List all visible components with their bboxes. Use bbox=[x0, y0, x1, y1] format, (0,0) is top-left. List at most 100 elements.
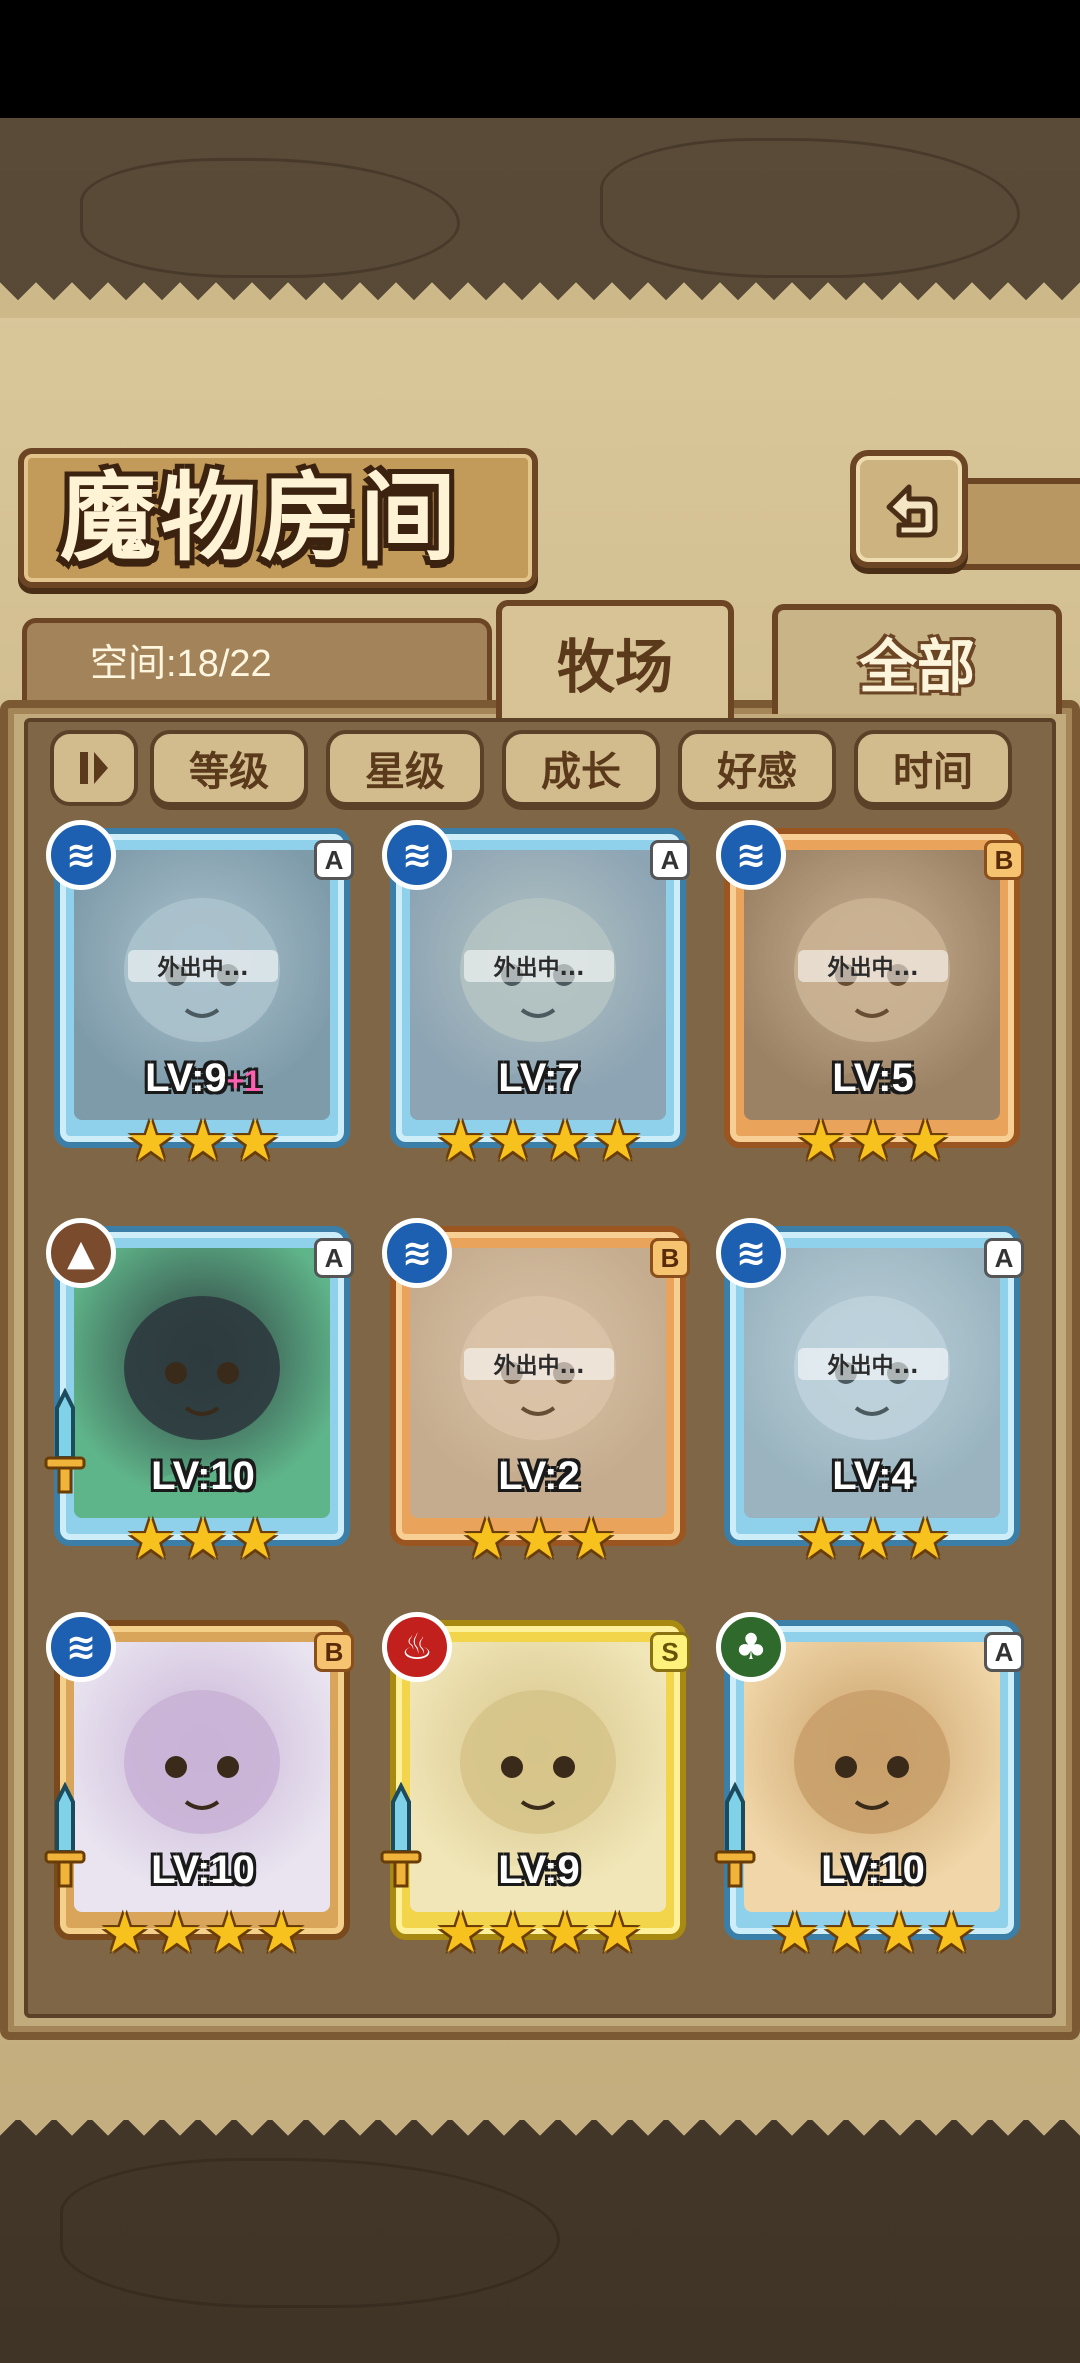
star-icon: ★ bbox=[513, 1507, 565, 1572]
star-icon: ★ bbox=[177, 1109, 229, 1174]
water-element-icon: ≋ bbox=[716, 820, 786, 890]
star-icon: ★ bbox=[795, 1109, 846, 1174]
water-element-icon: ≋ bbox=[46, 1612, 116, 1682]
sort-time-button[interactable]: 时间 bbox=[854, 730, 1012, 806]
star-icon: ★ bbox=[487, 1901, 538, 1966]
monster-card[interactable]: ≋ B 外出中... LV:5 ★ ★ ★ bbox=[716, 820, 1024, 1172]
level-value: LV:5 bbox=[832, 1056, 914, 1100]
away-status: 外出中... bbox=[798, 950, 948, 982]
monster-card[interactable]: ≋ B LV:10 ★ ★ ★ ★ bbox=[44, 1612, 354, 1964]
level-value: LV:10 bbox=[821, 1848, 925, 1892]
monster-card[interactable]: ♨ S LV:9 ★ ★ ★ ★ bbox=[380, 1612, 690, 1964]
star-rating: ★ ★ ★ ★ bbox=[424, 1904, 654, 1964]
level-label: LV:10 bbox=[748, 1848, 998, 1893]
star-rating: ★ ★ ★ ★ bbox=[758, 1904, 988, 1964]
tab-ranch[interactable]: 牧场 bbox=[496, 600, 734, 718]
level-value: LV:4 bbox=[832, 1454, 914, 1498]
rank-badge: A bbox=[314, 840, 354, 880]
sort-level-button[interactable]: 等级 bbox=[150, 730, 308, 806]
star-icon: ★ bbox=[125, 1109, 176, 1174]
star-icon: ★ bbox=[204, 1901, 255, 1966]
tab-all[interactable]: 全部 bbox=[772, 604, 1062, 714]
earth-element-icon: ▲ bbox=[46, 1218, 116, 1288]
star-icon: ★ bbox=[874, 1901, 925, 1966]
board-bottom-edge bbox=[0, 2100, 1080, 2136]
capacity-label: 空间:18/22 bbox=[90, 643, 272, 685]
star-icon: ★ bbox=[795, 1507, 846, 1572]
monster-card[interactable]: ≋ A 外出中... LV:9+1 ★ ★ ★ bbox=[46, 820, 354, 1174]
level-value: LV:10 bbox=[151, 1848, 255, 1892]
star-rating: ★ ★ ★ bbox=[424, 1510, 654, 1570]
sort-affection-button[interactable]: 好感 bbox=[678, 730, 836, 806]
monster-card[interactable]: ≋ B 外出中... LV:2 ★ ★ ★ bbox=[382, 1218, 690, 1570]
water-element-icon: ≋ bbox=[46, 820, 116, 890]
star-icon: ★ bbox=[900, 1507, 951, 1572]
star-icon: ★ bbox=[461, 1507, 512, 1572]
star-icon: ★ bbox=[177, 1507, 229, 1572]
away-status: 外出中... bbox=[464, 950, 614, 982]
rank-badge: B bbox=[984, 840, 1024, 880]
sort-stars-button[interactable]: 星级 bbox=[326, 730, 484, 806]
back-arrow-icon bbox=[886, 484, 938, 538]
star-icon: ★ bbox=[769, 1901, 820, 1966]
level-bonus: +1 bbox=[226, 1065, 261, 1098]
monster-card[interactable]: ▲ A LV:10 ★ ★ ★ bbox=[44, 1218, 354, 1570]
rank-badge: S bbox=[650, 1632, 690, 1672]
level-label: LV:10 bbox=[78, 1454, 328, 1499]
star-icon: ★ bbox=[847, 1109, 899, 1174]
star-icon: ★ bbox=[926, 1901, 977, 1966]
away-status: 外出中... bbox=[464, 1348, 614, 1380]
rank-badge: A bbox=[650, 840, 690, 880]
away-status: 外出中... bbox=[128, 950, 278, 982]
back-button[interactable] bbox=[850, 450, 968, 568]
board-top-edge bbox=[0, 282, 1080, 318]
star-icon: ★ bbox=[99, 1901, 150, 1966]
wind-element-icon: ♣ bbox=[716, 1612, 786, 1682]
monster-card[interactable]: ≋ A 外出中... LV:4 ★ ★ ★ bbox=[716, 1218, 1024, 1570]
fire-element-icon: ♨ bbox=[382, 1612, 452, 1682]
water-element-icon: ≋ bbox=[716, 1218, 786, 1288]
monster-card[interactable]: ♣ A LV:10 ★ ★ ★ ★ bbox=[714, 1612, 1024, 1964]
star-rating: ★ ★ ★ ★ bbox=[88, 1904, 318, 1964]
star-icon: ★ bbox=[256, 1901, 307, 1966]
level-value: LV:10 bbox=[151, 1454, 255, 1498]
water-element-icon: ≋ bbox=[382, 820, 452, 890]
status-bar bbox=[0, 0, 1080, 118]
star-icon: ★ bbox=[487, 1109, 538, 1174]
level-value: LV:7 bbox=[498, 1056, 580, 1100]
sort-order-toggle[interactable] bbox=[50, 730, 138, 806]
sort-growth-button[interactable]: 成长 bbox=[502, 730, 660, 806]
star-icon: ★ bbox=[540, 1109, 591, 1174]
sort-order-icon bbox=[80, 752, 108, 784]
star-icon: ★ bbox=[125, 1507, 176, 1572]
level-label: LV:9 bbox=[414, 1848, 664, 1893]
level-label: LV:9+1 bbox=[78, 1056, 328, 1101]
star-icon: ★ bbox=[435, 1901, 486, 1966]
rank-badge: A bbox=[314, 1238, 354, 1278]
rank-badge: A bbox=[984, 1238, 1024, 1278]
star-rating: ★ ★ ★ bbox=[88, 1510, 318, 1570]
level-label: LV:10 bbox=[78, 1848, 328, 1893]
level-label: LV:2 bbox=[414, 1454, 664, 1499]
star-icon: ★ bbox=[592, 1901, 643, 1966]
star-icon: ★ bbox=[566, 1507, 617, 1572]
star-icon: ★ bbox=[540, 1901, 591, 1966]
water-element-icon: ≋ bbox=[382, 1218, 452, 1288]
level-value: LV:9 bbox=[498, 1848, 580, 1892]
back-button-rail bbox=[960, 478, 1080, 570]
star-icon: ★ bbox=[847, 1507, 899, 1572]
star-rating: ★ ★ ★ ★ bbox=[424, 1112, 654, 1172]
star-icon: ★ bbox=[592, 1109, 643, 1174]
star-icon: ★ bbox=[821, 1901, 872, 1966]
star-rating: ★ ★ ★ bbox=[758, 1510, 988, 1570]
rank-badge: B bbox=[314, 1632, 354, 1672]
level-label: LV:4 bbox=[748, 1454, 998, 1499]
away-status: 外出中... bbox=[798, 1348, 948, 1380]
page-title: 魔物房间 bbox=[60, 461, 460, 574]
star-icon: ★ bbox=[230, 1109, 281, 1174]
star-icon: ★ bbox=[900, 1109, 951, 1174]
level-label: LV:7 bbox=[414, 1056, 664, 1101]
star-rating: ★ ★ ★ bbox=[758, 1112, 988, 1172]
level-label: LV:5 bbox=[748, 1056, 998, 1101]
monster-card[interactable]: ≋ A 外出中... LV:7 ★ ★ ★ ★ bbox=[382, 820, 690, 1172]
